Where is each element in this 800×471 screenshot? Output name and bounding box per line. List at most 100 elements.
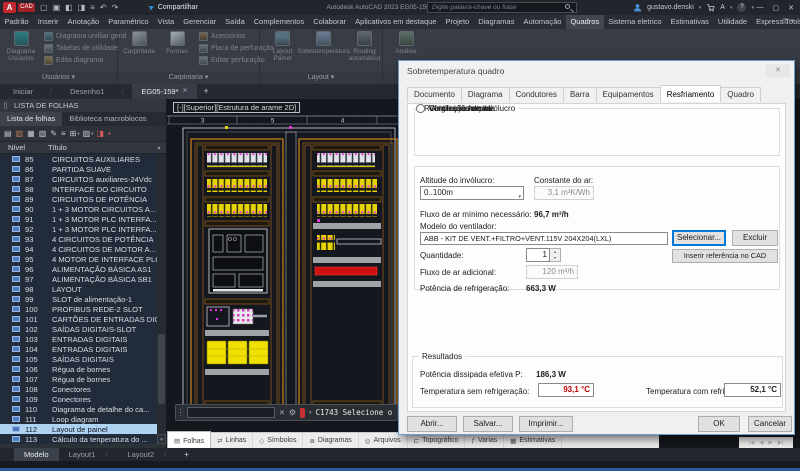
sheet-row[interactable]: 100PROFIBUS REDE-2 SLOT	[0, 304, 166, 314]
ribbon-tab[interactable]: Vista	[153, 15, 179, 29]
spin-down-icon[interactable]: ▾	[550, 255, 560, 261]
panel-strip-tab[interactable]: ⊏Topográfico	[408, 433, 466, 448]
quick-access-icon[interactable]: ↶	[100, 3, 107, 12]
record-nav-button[interactable]: |◀	[749, 440, 755, 446]
sheet-row[interactable]: 921 + 3 MOTOR PLC INTERFA...	[0, 224, 166, 234]
ribbon-group-label[interactable]: Carpintaria ▾	[118, 72, 259, 84]
sheet-row[interactable]: 101CARTÕES DE ENTRADAS DIG.	[0, 314, 166, 324]
user-name[interactable]: gustavo.denski	[647, 4, 694, 11]
ribbon-tab[interactable]: Complementos	[249, 15, 308, 29]
cooling-radio-option[interactable]: Condicionamento	[416, 104, 491, 113]
dialog-tab[interactable]: Documento	[407, 87, 462, 102]
altitude-select[interactable]: 0..100m ▾	[420, 186, 524, 200]
record-nav-button[interactable]: ▶	[769, 440, 773, 446]
close-button[interactable]: ✕	[788, 4, 794, 12]
quick-access-icon[interactable]: ≡	[90, 3, 95, 12]
ok-button[interactable]: OK	[698, 416, 740, 432]
sheet-toolbar-button[interactable]: ▨▾	[83, 129, 94, 138]
quick-access-icon[interactable]: ↷	[112, 3, 119, 12]
app-store-caret-icon[interactable]: ▾	[730, 5, 733, 11]
panel-strip-tab[interactable]: ƒVarias	[465, 433, 504, 448]
select-fan-button[interactable]: Selecionar...	[672, 230, 726, 246]
sheet-row[interactable]: 944 CIRCUITOS DE MOTOR A...	[0, 244, 166, 254]
sheet-row[interactable]: 97ALIMENTAÇÃO BÁSICA SB1	[0, 274, 166, 284]
dialog-tab[interactable]: Condutores	[509, 87, 564, 102]
new-layout-button[interactable]: +	[176, 448, 197, 461]
open-button[interactable]: Abrir...	[407, 416, 457, 432]
quantity-stepper[interactable]: 1 ▴▾	[526, 248, 561, 262]
document-tab[interactable]: EG05-159*✕	[132, 84, 196, 99]
ribbon-overflow-icon[interactable]: ▤ ▾	[776, 15, 800, 29]
command-grip-icon[interactable]	[179, 408, 183, 418]
command-line[interactable]: ✕ ⚙ ▾ C1743 Selecione o pai	[175, 404, 398, 421]
record-nav-button[interactable]: ▶|	[778, 440, 784, 446]
sheet-row[interactable]: 86PARTIDA SUAVE	[0, 164, 166, 174]
panel-strip-tab[interactable]: ▦Estimativas	[504, 433, 562, 448]
ribbon-group-label[interactable]: Usuários ▾	[0, 72, 117, 84]
ribbon-button[interactable]: Carpintaria	[121, 30, 157, 71]
sheet-row[interactable]: 98LAYOUT	[0, 284, 166, 294]
sheet-toolbar-button[interactable]: ✎	[50, 129, 58, 138]
user-caret-icon[interactable]: ▾	[699, 5, 702, 11]
minimize-button[interactable]: —	[757, 4, 764, 11]
search-input[interactable]: Digite palavra-chave ou frase	[427, 2, 577, 13]
ribbon-tab[interactable]: Estimativas	[666, 15, 713, 29]
delete-fan-button[interactable]: Excluir	[732, 230, 778, 246]
layout-tab[interactable]: Modelo	[14, 448, 59, 461]
sheet-toolbar-button[interactable]: ▦	[27, 129, 36, 138]
ribbon-tab[interactable]: Aplicativos em destaque	[351, 15, 441, 29]
ribbon-tab[interactable]: Sistema eletrico	[604, 15, 666, 29]
ribbon-tab[interactable]: Gerenciar	[179, 15, 221, 29]
document-tab[interactable]: Desenho1	[61, 84, 132, 99]
sheet-row[interactable]: 99SLOT de alimentação-1	[0, 294, 166, 304]
save-button[interactable]: Salvar...	[463, 416, 513, 432]
palette-tab[interactable]: Biblioteca macroblocos	[62, 112, 153, 126]
quick-access-icon[interactable]: ▣	[53, 3, 61, 12]
sheet-toolbar-button[interactable]: ▪	[108, 129, 112, 138]
ribbon-group-label[interactable]: Layout ▾	[260, 72, 382, 84]
restore-button[interactable]: ▢	[773, 4, 780, 12]
sheet-row[interactable]: 108Conectores	[0, 384, 166, 394]
help-caret-icon[interactable]: ▾	[751, 5, 754, 11]
sheet-row[interactable]: 103ENTRADAS DIGITAIS	[0, 334, 166, 344]
quick-access-icon[interactable]: ◧	[65, 3, 73, 12]
command-input[interactable]	[187, 407, 275, 418]
search-icon[interactable]	[565, 4, 570, 9]
sheet-row[interactable]: 88INTERFACE DO CIRCUITO	[0, 184, 166, 194]
record-nav-button[interactable]: ◀	[759, 440, 763, 446]
panel-strip-tab[interactable]: ◎Arquivos	[359, 433, 408, 448]
dialog-tab[interactable]: Quadro	[720, 87, 761, 102]
share-button[interactable]: ➤ Compartilhar	[148, 0, 198, 15]
sheet-row[interactable]: 106Régua de bornes	[0, 364, 166, 374]
ribbon-tab[interactable]: Diagramas	[474, 15, 519, 29]
ribbon-button[interactable]: Layout Painel	[263, 30, 302, 71]
print-button[interactable]: Imprimir...	[519, 416, 573, 432]
sheet-row[interactable]: 954 MOTOR DE INTERFACE PLC	[0, 254, 166, 264]
ribbon-tab[interactable]: Projeto	[441, 15, 474, 29]
ribbon-button-small[interactable]: Tabelas de utilidade	[44, 44, 126, 53]
help-icon[interactable]: ?	[737, 3, 746, 12]
command-close-icon[interactable]: ✕	[279, 409, 285, 417]
sheet-row[interactable]: 105SAÍDAS DIGITAIS	[0, 354, 166, 364]
sheet-row[interactable]: 112Layout de painel	[0, 424, 166, 434]
ribbon-button[interactable]: Sobretemperatura	[304, 30, 343, 71]
sheet-toolbar-button[interactable]: ◨	[96, 129, 105, 138]
sheet-row[interactable]: 901 + 3 MOTOR CIRCUITOS A...	[0, 204, 166, 214]
sheet-row[interactable]: 87CIRCUITOS auxiliares-24Vdc	[0, 174, 166, 184]
scroll-up-icon[interactable]: ▴	[154, 143, 164, 153]
ribbon-tab[interactable]: Colaborar	[309, 15, 351, 29]
scrollbar[interactable]	[157, 154, 166, 444]
sheet-row[interactable]: 102SAÍDAS DIGITAIS-SLOT	[0, 324, 166, 334]
ribbon-tab[interactable]: Anotação	[63, 15, 104, 29]
dialog-close-icon[interactable]: ✕	[766, 64, 790, 77]
scrollbar-thumb[interactable]	[158, 334, 165, 404]
command-customize-icon[interactable]: ⚙	[289, 408, 296, 417]
ribbon-tab[interactable]: Paramétrico	[104, 15, 153, 29]
panel-strip-tab[interactable]: ▤Folhas	[167, 431, 211, 448]
sheet-row[interactable]: 104ENTRADAS DIGITAIS	[0, 344, 166, 354]
ribbon-button-small[interactable]: Diagrama unifilar geral	[44, 32, 126, 41]
dialog-tab[interactable]: Equipamentos	[596, 87, 661, 102]
sheet-row[interactable]: 110Diagrama de detalhe do ca...	[0, 404, 166, 414]
dialog-tab[interactable]: Barra	[563, 87, 597, 102]
sheet-toolbar-button[interactable]: ≡	[61, 129, 67, 138]
